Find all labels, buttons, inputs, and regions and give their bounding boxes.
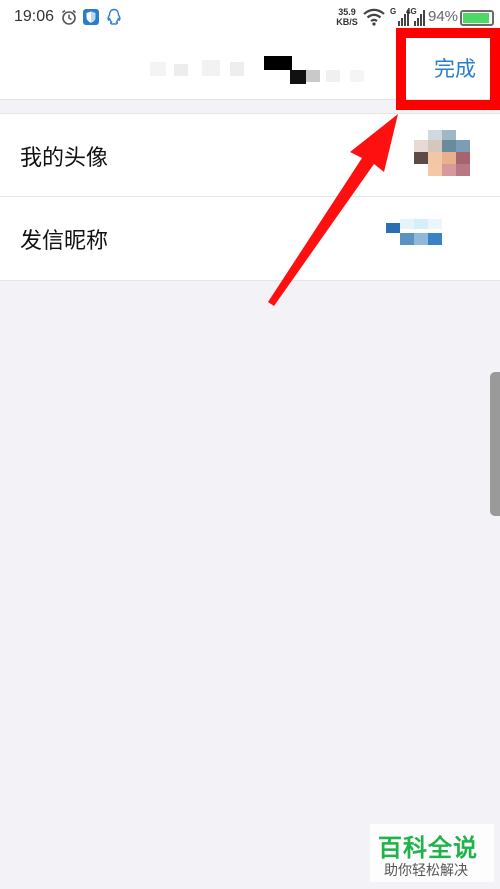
battery-percent: 94% bbox=[428, 8, 459, 25]
list-item-avatar[interactable]: 我的头像 bbox=[0, 114, 500, 197]
battery-level-fill bbox=[463, 13, 490, 23]
status-time: 19:06 bbox=[14, 8, 55, 25]
cellular-signal-4g-icon: 4G bbox=[406, 6, 426, 28]
net-speed-indicator: 35.9 KB/S bbox=[334, 7, 360, 27]
list-item-nickname[interactable]: 发信昵称 bbox=[0, 197, 500, 280]
done-button[interactable]: 完成 bbox=[422, 54, 488, 84]
header-title-redacted bbox=[150, 52, 380, 86]
watermark-logo: 百科全说 助你轻松解决 bbox=[370, 824, 494, 882]
watermark-title: 百科全说 bbox=[378, 834, 478, 862]
alarm-icon bbox=[60, 8, 78, 26]
wifi-icon bbox=[362, 7, 386, 27]
watermark-subtitle: 助你轻松解决 bbox=[384, 863, 468, 879]
avatar bbox=[414, 130, 472, 184]
nickname-value-redacted bbox=[386, 219, 446, 253]
signal-1-label: G bbox=[390, 7, 396, 16]
scrollbar-handle[interactable] bbox=[490, 372, 500, 516]
qq-icon bbox=[105, 8, 123, 26]
signal-2-label: 4G bbox=[406, 7, 417, 16]
row-label-nickname: 发信昵称 bbox=[20, 229, 109, 254]
shield-icon bbox=[82, 8, 100, 26]
settings-list: 我的头像 发信昵称 bbox=[0, 113, 500, 281]
net-speed-unit: KB/S bbox=[336, 17, 358, 27]
battery-icon bbox=[460, 10, 494, 26]
row-label-avatar: 我的头像 bbox=[20, 146, 109, 171]
net-speed-value: 35.9 bbox=[338, 7, 356, 17]
